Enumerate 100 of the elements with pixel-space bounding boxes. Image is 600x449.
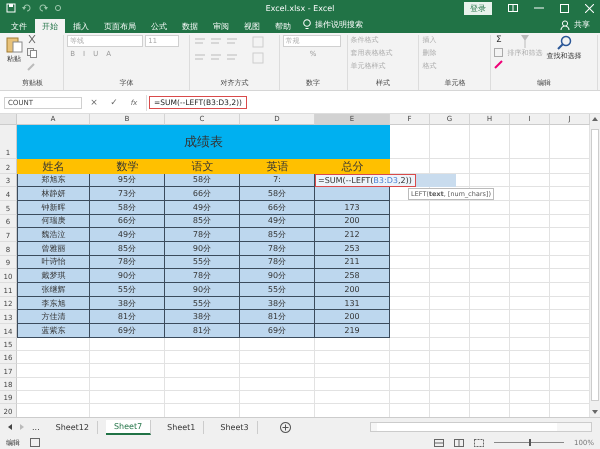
empty-cell <box>390 364 430 378</box>
table-cell: 38分 <box>165 310 240 324</box>
normal-view-icon[interactable] <box>434 438 444 447</box>
scroll-down-icon[interactable] <box>592 410 598 414</box>
maximize-icon[interactable] <box>560 4 569 13</box>
empty-cell <box>510 187 550 201</box>
table-cell: 叶诗怡 <box>17 256 90 270</box>
table-cell: 58分 <box>240 187 315 201</box>
undo-icon[interactable] <box>22 3 32 14</box>
table-cell: 211 <box>315 256 390 270</box>
header-cell: 姓名 <box>17 158 90 174</box>
person-icon[interactable] <box>560 20 570 30</box>
table-cell: 85分 <box>165 214 240 228</box>
table-cell: 38分 <box>240 296 315 310</box>
ribbon-tab[interactable]: 审阅 <box>206 18 236 33</box>
sheet-tab[interactable]: Sheet1 <box>159 420 204 434</box>
autosum-button[interactable]: Σ <box>494 34 504 45</box>
close-icon[interactable] <box>585 4 594 13</box>
ribbon-tab[interactable]: 公式 <box>144 18 174 33</box>
sheet-tab[interactable]: Sheet3 <box>212 420 258 434</box>
previous-sheet-icon[interactable] <box>8 424 12 430</box>
table-cell: 90分 <box>240 269 315 283</box>
empty-cell <box>470 228 510 242</box>
scroll-up-icon[interactable] <box>592 116 598 120</box>
empty-cell <box>510 269 550 283</box>
empty-cell <box>510 200 550 215</box>
table-cell: 66分 <box>240 200 315 215</box>
more-sheets-button[interactable]: ... <box>32 422 40 432</box>
empty-cell <box>430 296 470 310</box>
ribbon-tab[interactable]: 开始 <box>35 18 65 33</box>
window-title: Excel.xlsx - Excel <box>266 4 334 13</box>
table-cell: 何瑞庚 <box>17 214 90 228</box>
page-layout-icon[interactable] <box>454 438 464 447</box>
table-cell: 55分 <box>90 283 165 297</box>
share-button[interactable]: 共享 <box>571 19 596 30</box>
empty-cell <box>430 242 470 256</box>
login-button[interactable]: 登录 <box>464 2 492 15</box>
empty-cell <box>430 338 470 352</box>
table-cell: 魏浩泣 <box>17 228 90 242</box>
table-cell: 李东旭 <box>17 296 90 310</box>
empty-cell <box>430 364 470 378</box>
table-cell: 69分 <box>240 324 315 338</box>
table-cell: 58分 <box>165 174 240 188</box>
ribbon-display-icon[interactable] <box>508 4 518 12</box>
copy-icon[interactable] <box>27 48 37 58</box>
enter-button[interactable]: ✓ <box>106 98 122 108</box>
page-break-icon[interactable] <box>474 438 484 447</box>
table-cell: 55分 <box>165 256 240 270</box>
empty-cell <box>470 310 510 324</box>
empty-cell <box>430 256 470 270</box>
ribbon-tab[interactable]: 数据 <box>175 18 205 33</box>
macro-record-icon[interactable] <box>30 438 40 448</box>
table-cell: 78分 <box>240 256 315 270</box>
table-cell: 85分 <box>240 228 315 242</box>
empty-cell <box>430 378 470 391</box>
save-icon[interactable] <box>6 3 16 14</box>
empty-cell <box>510 124 550 158</box>
ribbon-tab[interactable]: 文件 <box>4 18 34 33</box>
table-cell: 90分 <box>90 269 165 283</box>
table-cell: 戴梦琪 <box>17 269 90 283</box>
tell-me-search[interactable]: 操作说明搜索 <box>312 19 363 30</box>
empty-cell <box>470 351 510 364</box>
ribbon-tab[interactable]: 帮助 <box>268 18 298 33</box>
table-cell: 66分 <box>90 214 165 228</box>
sheet-tab[interactable]: Sheet7 <box>106 420 152 435</box>
scissors-icon[interactable] <box>27 34 37 45</box>
table-cell: 38分 <box>90 296 165 310</box>
eraser-icon[interactable] <box>494 60 504 69</box>
table-cell: 曾雅丽 <box>17 242 90 256</box>
empty-cell <box>510 283 550 297</box>
horizontal-scrollbar[interactable] <box>370 422 592 432</box>
table-cell: 方佳清 <box>17 310 90 324</box>
empty-cell <box>390 351 430 364</box>
table-cell: 258 <box>315 269 390 283</box>
empty-cell <box>470 338 510 352</box>
add-sheet-icon[interactable] <box>280 422 291 433</box>
table-cell: 78分 <box>90 256 165 270</box>
empty-cell <box>510 296 550 310</box>
table-cell: 219 <box>315 324 390 338</box>
ribbon-tab[interactable]: 页面布局 <box>97 18 143 33</box>
ribbon-tab[interactable]: 视图 <box>237 18 267 33</box>
lightbulb-icon[interactable] <box>303 19 311 30</box>
minimize-icon[interactable] <box>534 7 544 10</box>
cancel-button[interactable]: × <box>86 98 102 108</box>
empty-cell <box>390 338 430 352</box>
empty-cell <box>430 351 470 364</box>
table-cell: 49分 <box>90 228 165 242</box>
table-cell: 7: <box>240 174 315 188</box>
customize-icon[interactable] <box>54 4 62 12</box>
table-cell: 张继辉 <box>17 283 90 297</box>
redo-icon[interactable] <box>38 3 48 14</box>
zoom-thumb[interactable] <box>528 439 531 446</box>
empty-cell <box>510 228 550 242</box>
empty-cell <box>430 214 470 228</box>
ribbon-tab[interactable]: 插入 <box>66 18 96 33</box>
search-icon <box>556 34 572 51</box>
empty-cell <box>510 351 550 364</box>
sheet-tab[interactable]: Sheet12 <box>48 420 98 434</box>
empty-cell <box>470 174 510 188</box>
vertical-scrollbar[interactable] <box>590 114 600 418</box>
